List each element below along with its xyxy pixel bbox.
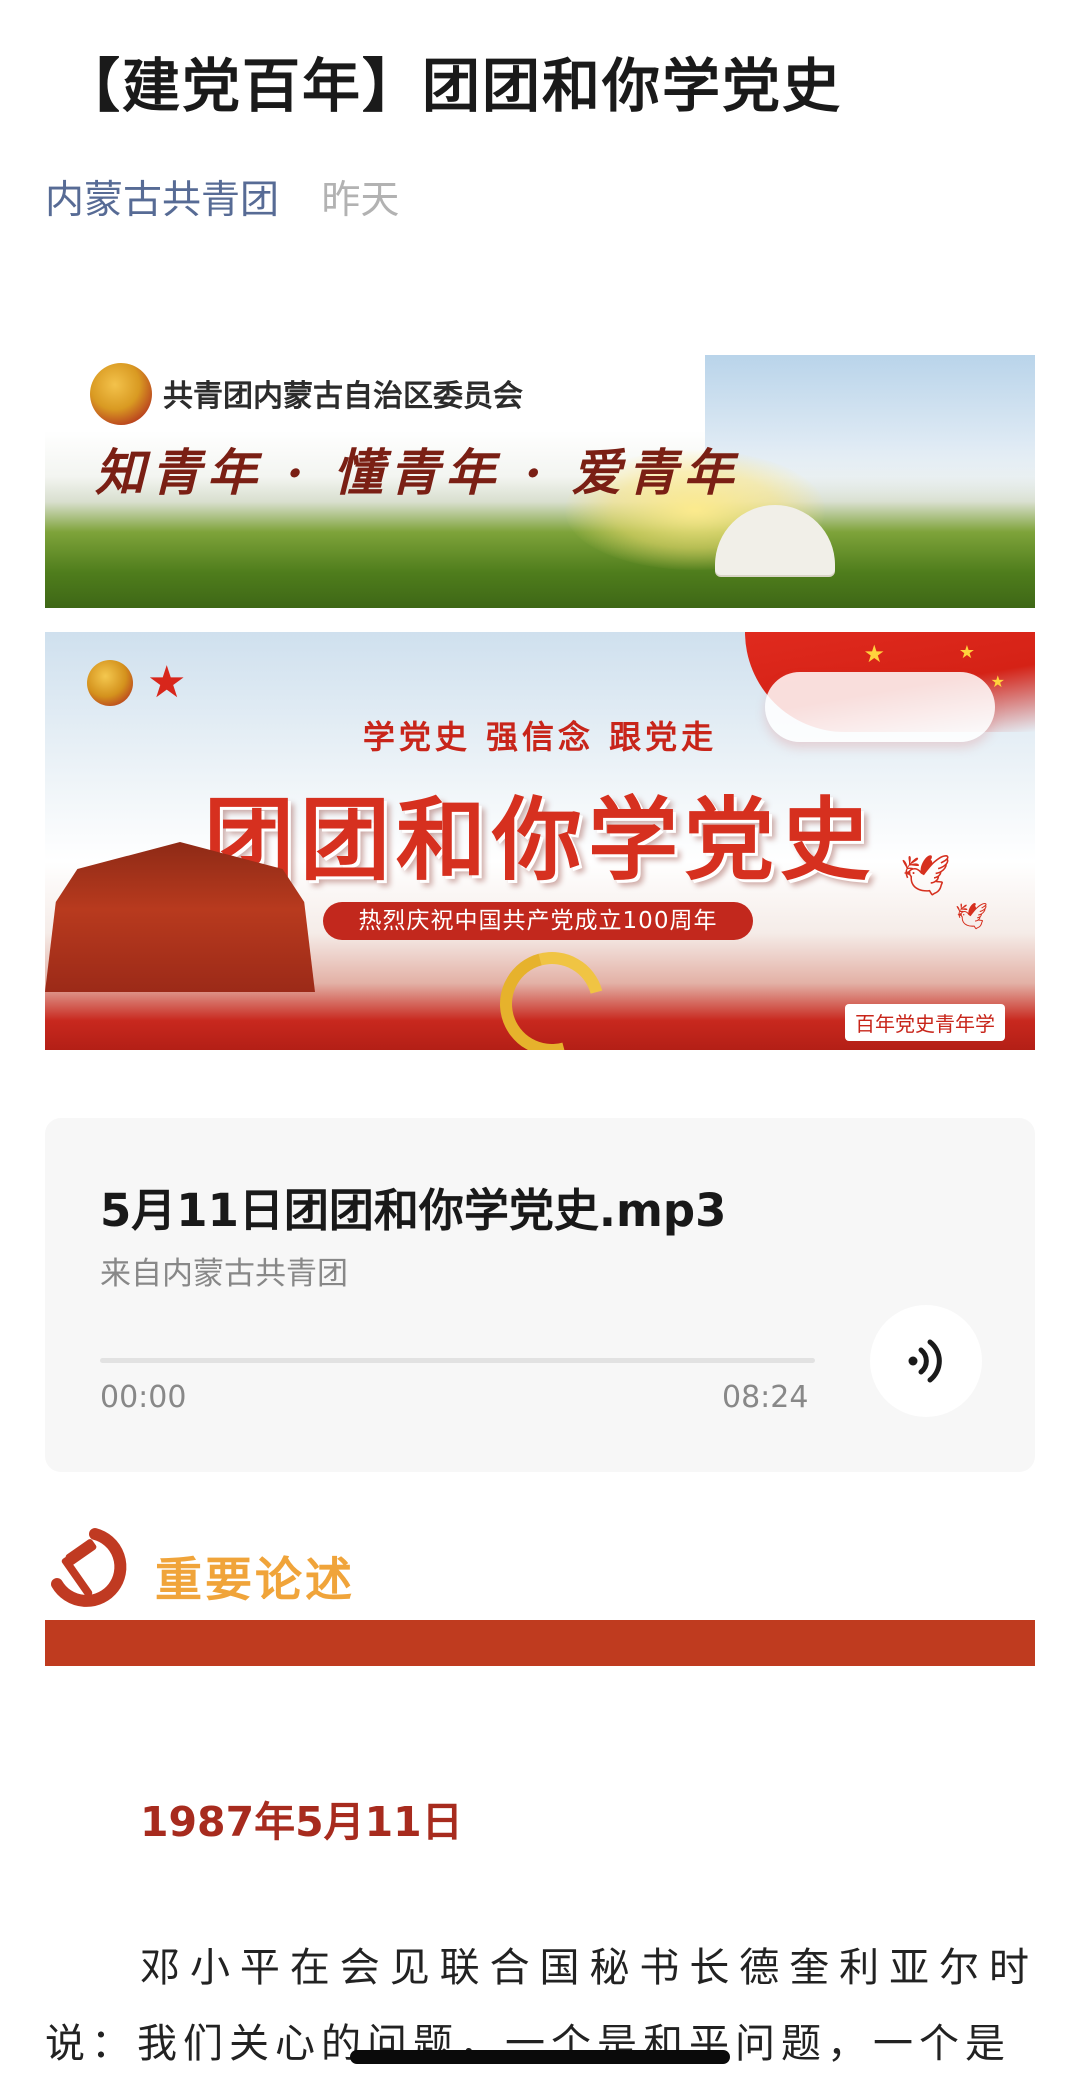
audio-current-time: 00:00	[100, 1380, 187, 1415]
star-icon: ★	[958, 642, 975, 663]
youth-league-emblem-icon	[87, 660, 133, 706]
star-icon: ★	[990, 672, 1005, 691]
banner-org-name: 共青团内蒙古自治区委员会	[163, 379, 523, 414]
audio-title: 5月11日团团和你学党史.mp3	[100, 1184, 727, 1237]
section-divider-bar	[45, 1620, 1035, 1666]
banner-slogan: 知青年 · 懂青年 · 爱青年	[95, 443, 740, 502]
audio-source: 来自内蒙古共青团	[100, 1256, 348, 1292]
banner-celebration-pill: 热烈庆祝中国共产党成立100周年	[323, 902, 753, 940]
article-meta: 内蒙古共青团 昨天	[45, 178, 399, 225]
header-banner-image: 共青团内蒙古自治区委员会 知青年 · 懂青年 · 爱青年	[45, 355, 1035, 608]
star-logo-icon: ★	[147, 657, 187, 708]
audio-player-card[interactable]: 5月11日团团和你学党史.mp3 来自内蒙古共青团 00:00 08:24	[45, 1118, 1035, 1472]
star-icon: ★	[863, 640, 885, 668]
sound-wave-icon	[908, 1339, 942, 1383]
audio-progress-bar[interactable]	[100, 1358, 815, 1363]
account-link[interactable]: 内蒙古共青团	[45, 178, 279, 223]
youth-league-emblem-icon	[90, 363, 152, 425]
party-history-banner-image: ★ ★ ★ ★ 学党史 强信念 跟党走 团团和你学党史 热烈庆祝中国共产党成立1…	[45, 632, 1035, 1050]
dove-icon: 🕊	[900, 853, 951, 899]
banner-tag: 百年党史青年学	[845, 1004, 1005, 1041]
publish-time: 昨天	[321, 178, 400, 223]
article-title: 【建党百年】团团和你学党史	[62, 52, 843, 120]
banner-subtitle: 学党史 强信念 跟党走	[362, 718, 718, 756]
hammer-sickle-icon	[51, 1528, 127, 1607]
content-date: 1987年5月11日	[140, 1798, 463, 1846]
hammer-sickle-icon	[480, 932, 624, 1050]
section-title: 重要论述	[155, 1553, 355, 1608]
audio-play-button[interactable]	[870, 1305, 982, 1417]
home-indicator[interactable]	[350, 2050, 730, 2064]
dove-icon: 🕊	[955, 902, 989, 932]
audio-duration: 08:24	[722, 1380, 809, 1415]
